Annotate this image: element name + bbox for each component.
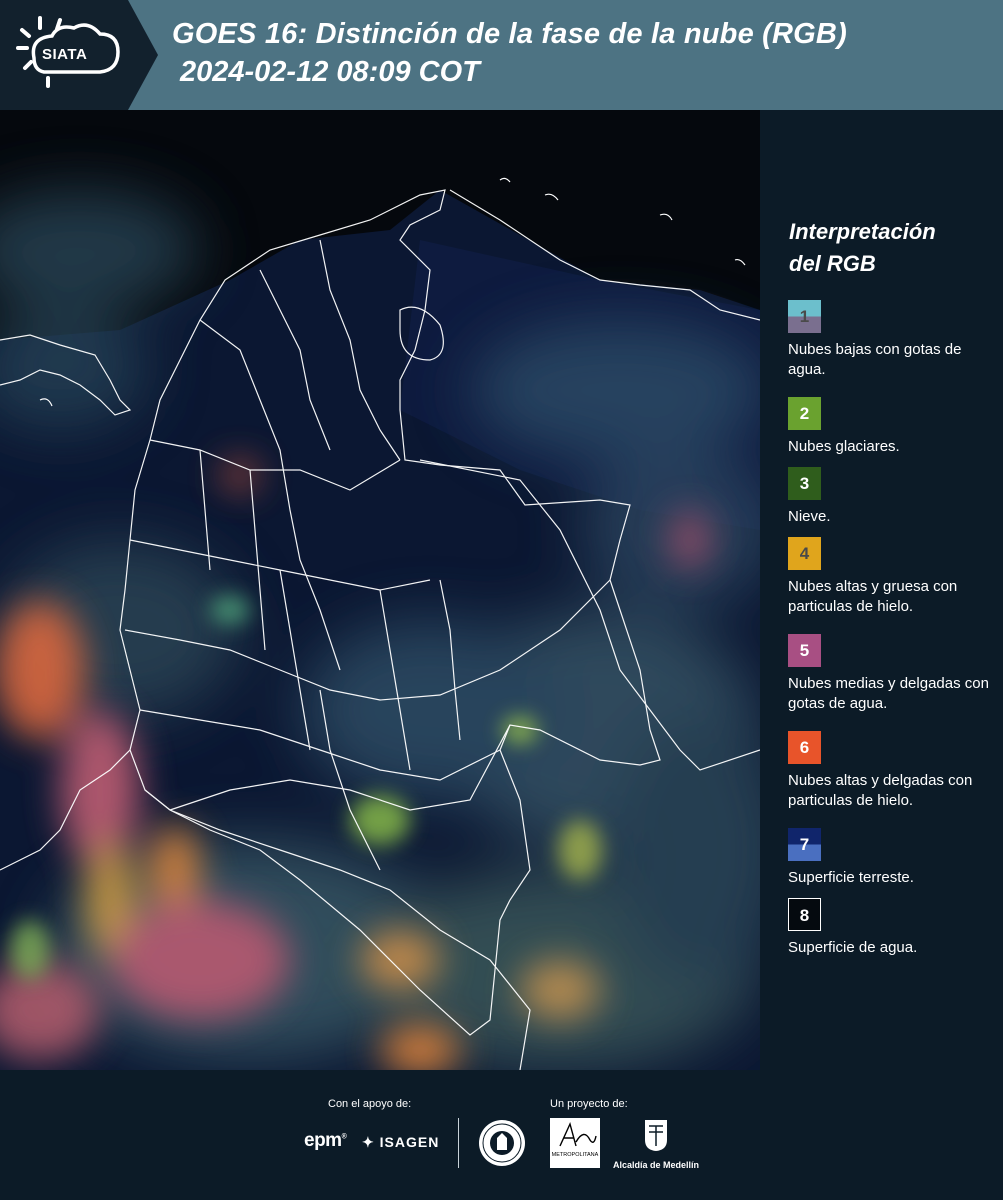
legend-label-4: Nubes altas y gruesa con particulas de h… [788, 578, 958, 615]
isagen-logo-text: ISAGEN [379, 1134, 440, 1150]
legend-swatch-2: 2 [788, 397, 821, 430]
legend-number-4: 4 [799, 544, 810, 563]
footer-divider [458, 1118, 459, 1168]
area-signature-icon [559, 1121, 597, 1147]
header: SIATA GOES 16: Distinción de la fase de … [0, 0, 1003, 110]
epm-logo-text: epm [304, 1130, 342, 1151]
legend-number-3: 3 [799, 474, 810, 493]
legend-item-6: 6 Nubes altas y delgadas con particulas d… [788, 731, 1003, 811]
legend-title-line2: del RGB [789, 251, 876, 276]
isagen-logo[interactable]: ✦ ISAGEN [362, 1134, 439, 1151]
legend-number-2: 2 [799, 404, 810, 423]
legend-item-7: 7 Superficie terreste. [788, 828, 1003, 888]
legend-title: Interpretación del RGB [789, 216, 936, 280]
siata-logo[interactable]: SIATA [0, 0, 160, 110]
legend-item-8: 8 Superficie de agua. [788, 898, 1003, 958]
legend-swatch-3: 3 [788, 467, 821, 500]
legend-swatch-1: 1 [788, 300, 821, 333]
legend-swatch-4: 4 [788, 537, 821, 570]
footer: Con el apoyo de: Un proyecto de: epm® ✦ … [0, 1070, 1003, 1200]
legend-item-4: 4 Nubes altas y gruesa con particulas de … [788, 537, 1003, 617]
legend-label-6: Nubes altas y delgadas con particulas de… [788, 772, 973, 809]
alcaldia-logo[interactable]: Alcaldía de Medellín [611, 1118, 701, 1170]
page-subtitle: 2024-02-12 08:09 COT [180, 56, 480, 88]
legend-item-2: 2 Nubes glaciares. [788, 397, 1003, 457]
legend-item-1: 1 Nubes bajas con gotas de agua. [788, 300, 1003, 380]
alcaldia-logo-text: Alcaldía de Medellín [612, 1160, 700, 1170]
project-label: Un proyecto de: [550, 1098, 628, 1110]
legend-number-1: 1 [799, 307, 810, 326]
legend-item-5: 5 Nubes medias y delgadas con gotas de ag… [788, 634, 1003, 714]
rgb-composite-image [0, 110, 760, 1070]
legend-label-2: Nubes glaciares. [788, 438, 900, 455]
isagen-icon: ✦ [362, 1134, 375, 1150]
seal-icon[interactable] [477, 1118, 527, 1168]
logo-text: SIATA [42, 46, 88, 63]
legend-label-8: Superficie de agua. [788, 939, 918, 956]
area-metropolitana-logo[interactable]: METROPOLITANA [550, 1118, 600, 1168]
page-title: GOES 16: Distinción de la fase de la nub… [172, 18, 847, 50]
legend-swatch-5: 5 [788, 634, 821, 667]
legend-number-8: 8 [799, 906, 810, 925]
satellite-map[interactable] [0, 110, 760, 1070]
legend-label-1: Nubes bajas con gotas de agua. [788, 341, 962, 378]
support-label: Con el apoyo de: [328, 1098, 412, 1110]
legend-swatch-8: 8 [788, 898, 821, 931]
legend-number-6: 6 [799, 738, 810, 757]
legend-title-line1: Interpretación [789, 219, 936, 244]
legend-swatch-7: 7 [788, 828, 821, 861]
legend-label-3: Nieve. [788, 508, 831, 525]
legend-swatch-6: 6 [788, 731, 821, 764]
legend-item-3: 3 Nieve. [788, 467, 1003, 527]
legend-label-7: Superficie terreste. [788, 869, 914, 886]
legend-number-5: 5 [799, 641, 810, 660]
area-logo-text: METROPOLITANA [551, 1152, 599, 1158]
coat-of-arms-icon [645, 1120, 667, 1151]
legend-number-7: 7 [799, 835, 810, 854]
legend-label-5: Nubes medias y delgadas con gotas de agu… [788, 675, 989, 712]
epm-logo[interactable]: epm® [304, 1130, 347, 1152]
legend-panel: Interpretación del RGB 1 Nubes bajas con … [760, 110, 1003, 1070]
